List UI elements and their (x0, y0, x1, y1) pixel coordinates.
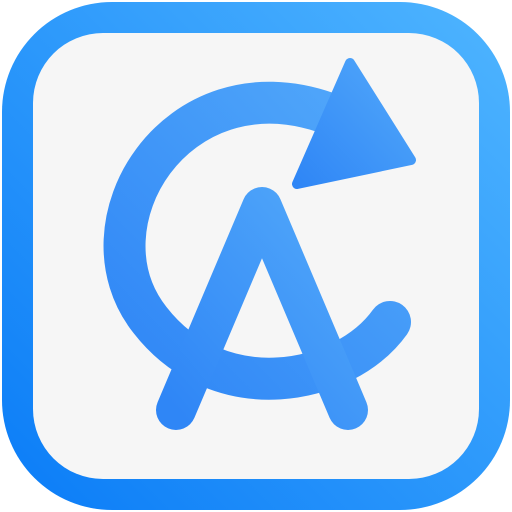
app-icon (0, 0, 512, 512)
app-icon-graphic (2, 2, 510, 510)
